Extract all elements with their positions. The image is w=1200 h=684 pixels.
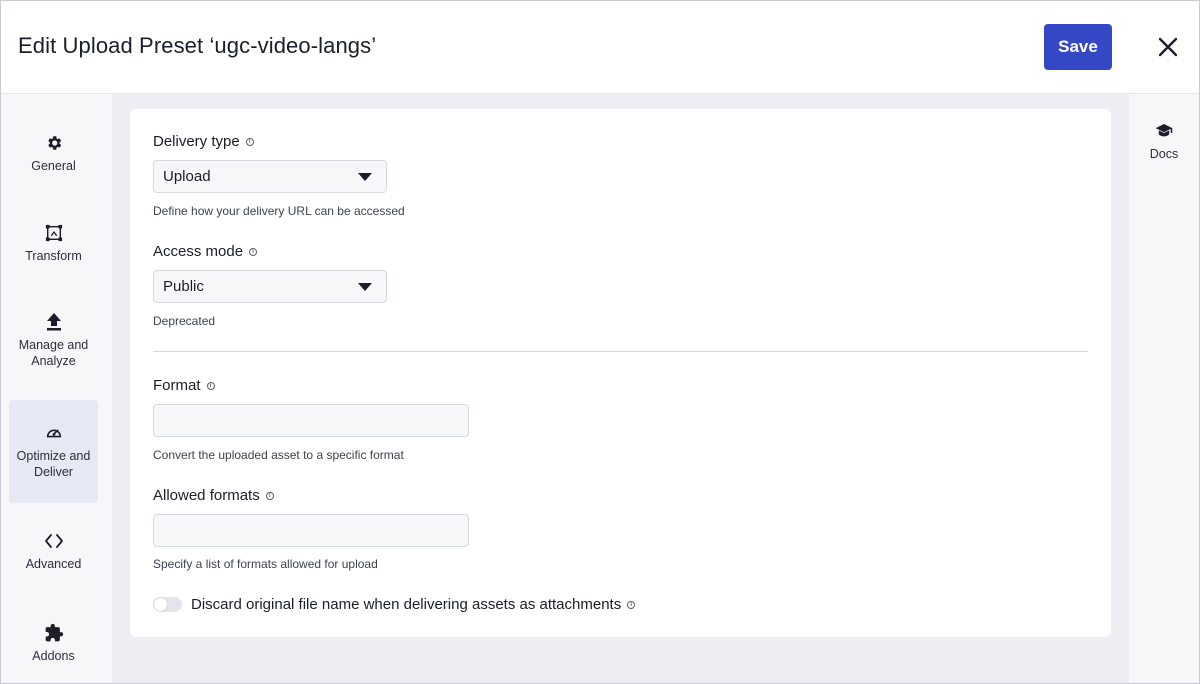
allowed-formats-label: Allowed formats i bbox=[153, 487, 274, 504]
sidebar-item-optimize-and-deliver[interactable]: Optimize and Deliver bbox=[9, 400, 98, 503]
delivery-type-label: Delivery type i bbox=[153, 133, 254, 150]
caret-down-icon bbox=[358, 283, 372, 291]
format-label-text: Format bbox=[153, 377, 201, 394]
sidebar-item-general[interactable]: General bbox=[9, 124, 98, 182]
gear-icon bbox=[45, 133, 63, 153]
sidebar-item-label: Addons bbox=[32, 648, 75, 663]
sidebar: General Transform Manage and Analyze Opt… bbox=[1, 94, 112, 683]
info-icon[interactable]: i bbox=[249, 247, 258, 256]
discard-filename-toggle[interactable] bbox=[153, 597, 182, 612]
code-icon bbox=[44, 531, 64, 551]
close-icon bbox=[1158, 37, 1178, 57]
caret-down-icon bbox=[358, 173, 372, 181]
sidebar-item-label: Optimize and Deliver bbox=[16, 449, 91, 479]
info-icon[interactable]: i bbox=[265, 491, 274, 500]
allowed-formats-helper: Specify a list of formats allowed for up… bbox=[153, 557, 378, 571]
upload-icon bbox=[45, 312, 63, 332]
delivery-type-helper: Define how your delivery URL can be acce… bbox=[153, 204, 405, 218]
delivery-type-value: Upload bbox=[163, 168, 211, 185]
delivery-type-label-text: Delivery type bbox=[153, 133, 240, 150]
format-label: Format i bbox=[153, 377, 215, 394]
save-button[interactable]: Save bbox=[1044, 24, 1112, 70]
access-mode-label: Access mode i bbox=[153, 243, 258, 260]
format-helper: Convert the uploaded asset to a specific… bbox=[153, 448, 404, 462]
sidebar-item-manage-and-analyze[interactable]: Manage and Analyze bbox=[9, 306, 98, 374]
discard-filename-label: Discard original file name when deliveri… bbox=[191, 596, 636, 613]
puzzle-icon bbox=[44, 623, 64, 643]
modal-frame: Edit Upload Preset ‘ugc-video-langs’ Sav… bbox=[0, 0, 1200, 684]
access-mode-value: Public bbox=[163, 278, 204, 295]
info-icon[interactable]: i bbox=[245, 137, 254, 146]
allowed-formats-input[interactable] bbox=[153, 514, 469, 547]
section-divider bbox=[153, 351, 1088, 352]
sidebar-item-label: Manage and Analyze bbox=[18, 337, 89, 368]
page-title: Edit Upload Preset ‘ugc-video-langs’ bbox=[18, 33, 377, 58]
allowed-formats-label-text: Allowed formats bbox=[153, 487, 260, 504]
sidebar-item-label: Transform bbox=[25, 248, 82, 263]
format-input[interactable] bbox=[153, 404, 469, 437]
docs-link[interactable]: Docs bbox=[1129, 122, 1199, 161]
sidebar-item-addons[interactable]: Addons bbox=[9, 614, 98, 672]
graduation-cap-icon bbox=[1155, 122, 1173, 141]
docs-label: Docs bbox=[1149, 147, 1179, 161]
sidebar-item-label: General bbox=[31, 158, 76, 173]
access-mode-helper: Deprecated bbox=[153, 314, 216, 328]
info-icon[interactable]: i bbox=[627, 600, 636, 609]
gauge-icon bbox=[45, 423, 63, 443]
settings-card: Delivery type i Upload Define how your d… bbox=[130, 109, 1111, 637]
discard-filename-label-text: Discard original file name when deliveri… bbox=[191, 596, 622, 613]
modal-header: Edit Upload Preset ‘ugc-video-langs’ Sav… bbox=[1, 1, 1199, 94]
delivery-type-select[interactable]: Upload bbox=[153, 160, 387, 193]
sidebar-item-label: Advanced bbox=[25, 556, 82, 571]
sidebar-item-advanced[interactable]: Advanced bbox=[9, 522, 98, 580]
right-panel: Docs bbox=[1129, 94, 1199, 683]
access-mode-select[interactable]: Public bbox=[153, 270, 387, 303]
sidebar-item-transform[interactable]: Transform bbox=[9, 214, 98, 272]
info-icon[interactable]: i bbox=[206, 381, 215, 390]
transform-icon bbox=[45, 223, 63, 243]
toggle-knob bbox=[154, 598, 167, 611]
access-mode-label-text: Access mode bbox=[153, 243, 244, 260]
close-button[interactable] bbox=[1153, 32, 1183, 62]
